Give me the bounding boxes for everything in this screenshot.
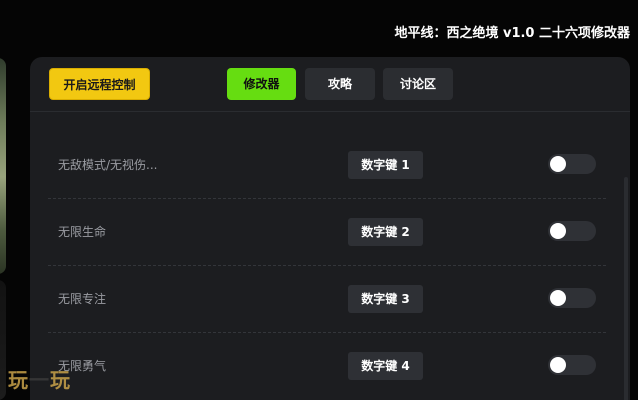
cheat-label: 无限专注 [58,292,107,306]
tab-trainer[interactable]: 修改器 [227,68,296,100]
cheat-row: 无敌模式/无视伤... 数字键 1 [48,132,606,199]
remote-control-button[interactable]: 开启远程控制 [49,68,150,100]
tab-guide[interactable]: 攻略 [305,68,375,100]
cheat-label: 无限生命 [58,225,107,239]
toggle-knob [550,223,566,239]
panel-toolbar: 开启远程控制 修改器 攻略 讨论区 [30,57,630,112]
hotkey-badge[interactable]: 数字键 2 [348,218,423,246]
cheat-toggle[interactable] [548,154,596,174]
toggle-knob [550,156,566,172]
trainer-panel: 开启远程控制 修改器 攻略 讨论区 无敌模式/无视伤... 数字键 1 无限生命… [30,57,630,400]
panel-scrollbar[interactable] [624,177,628,400]
cheat-label: 无敌模式/无视伤... [58,158,158,172]
game-cover-thumbnail[interactable] [0,58,6,274]
app-title: 地平线：西之绝境 v1.0 二十六项修改器 [394,26,630,41]
hotkey-badge[interactable]: 数字键 3 [348,285,423,313]
side-thumbnail[interactable] [0,280,6,400]
hotkey-badge[interactable]: 数字键 4 [348,352,423,380]
tab-forum[interactable]: 讨论区 [383,68,453,100]
cheat-row: 无限生命 数字键 2 [48,199,606,266]
site-watermark-logo: 玩一玩 [8,364,71,393]
toggle-knob [550,290,566,306]
cheat-toggle[interactable] [548,221,596,241]
watermark-dash: 一 [29,368,50,392]
watermark-left: 玩 [8,368,29,392]
cheat-row: 无限专注 数字键 3 [48,266,606,333]
hotkey-badge[interactable]: 数字键 1 [348,151,423,179]
toggle-knob [550,357,566,373]
watermark-right: 玩 [50,368,71,392]
cheat-toggle[interactable] [548,288,596,308]
cheat-toggle[interactable] [548,355,596,375]
cheat-row: 无限勇气 数字键 4 [48,333,606,399]
app-window: 地平线：西之绝境 v1.0 二十六项修改器 开启远程控制 修改器 攻略 讨论区 … [0,0,638,400]
